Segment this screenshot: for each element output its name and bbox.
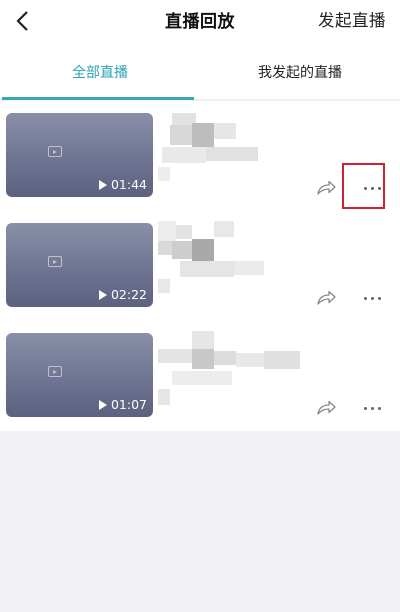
share-icon [317,180,336,195]
share-icon [317,400,336,415]
highlight-annotation-box [342,163,385,209]
video-thumbnail[interactable]: 01:07 [6,333,153,417]
list-item[interactable]: 01:07 [0,321,400,431]
tab-all-live[interactable]: 全部直播 [0,44,200,100]
more-horizontal-icon [363,406,367,410]
tab-my-live[interactable]: 我发起的直播 [200,44,400,100]
share-icon [317,290,336,305]
tab-bar: 全部直播 我发起的直播 [0,44,400,100]
duration-label: 01:07 [110,397,147,412]
pixelated-title [158,219,308,299]
share-button[interactable] [313,288,339,308]
play-icon [98,289,107,300]
duration-label: 01:44 [110,177,147,192]
video-thumbnail[interactable]: 02:22 [6,223,153,307]
more-horizontal-icon [363,296,367,300]
video-thumbnail[interactable]: 01:44 [6,113,153,197]
pixelated-title [158,109,308,189]
pixelated-title [158,329,308,409]
video-duration: 01:07 [98,397,147,412]
play-icon [48,256,62,267]
play-icon [48,146,62,157]
video-duration: 02:22 [98,287,147,302]
share-button[interactable] [313,398,339,418]
active-tab-indicator [2,97,194,100]
list-item[interactable]: 02:22 [0,211,400,321]
share-button[interactable] [313,178,339,198]
replay-list: 01:44 02:22 01:07 [0,101,400,431]
start-live-button[interactable]: 发起直播 [318,7,386,31]
watermark-logo [48,256,67,267]
list-item[interactable]: 01:44 [0,101,400,211]
duration-label: 02:22 [110,287,147,302]
more-options-button[interactable] [356,399,388,417]
watermark-logo [48,366,67,377]
top-navigation-bar: 直播回放 发起直播 [0,0,400,44]
play-icon [98,179,107,190]
play-icon [98,399,107,410]
video-duration: 01:44 [98,177,147,192]
watermark-logo [48,146,67,157]
play-icon [48,366,62,377]
more-options-button[interactable] [356,289,388,307]
